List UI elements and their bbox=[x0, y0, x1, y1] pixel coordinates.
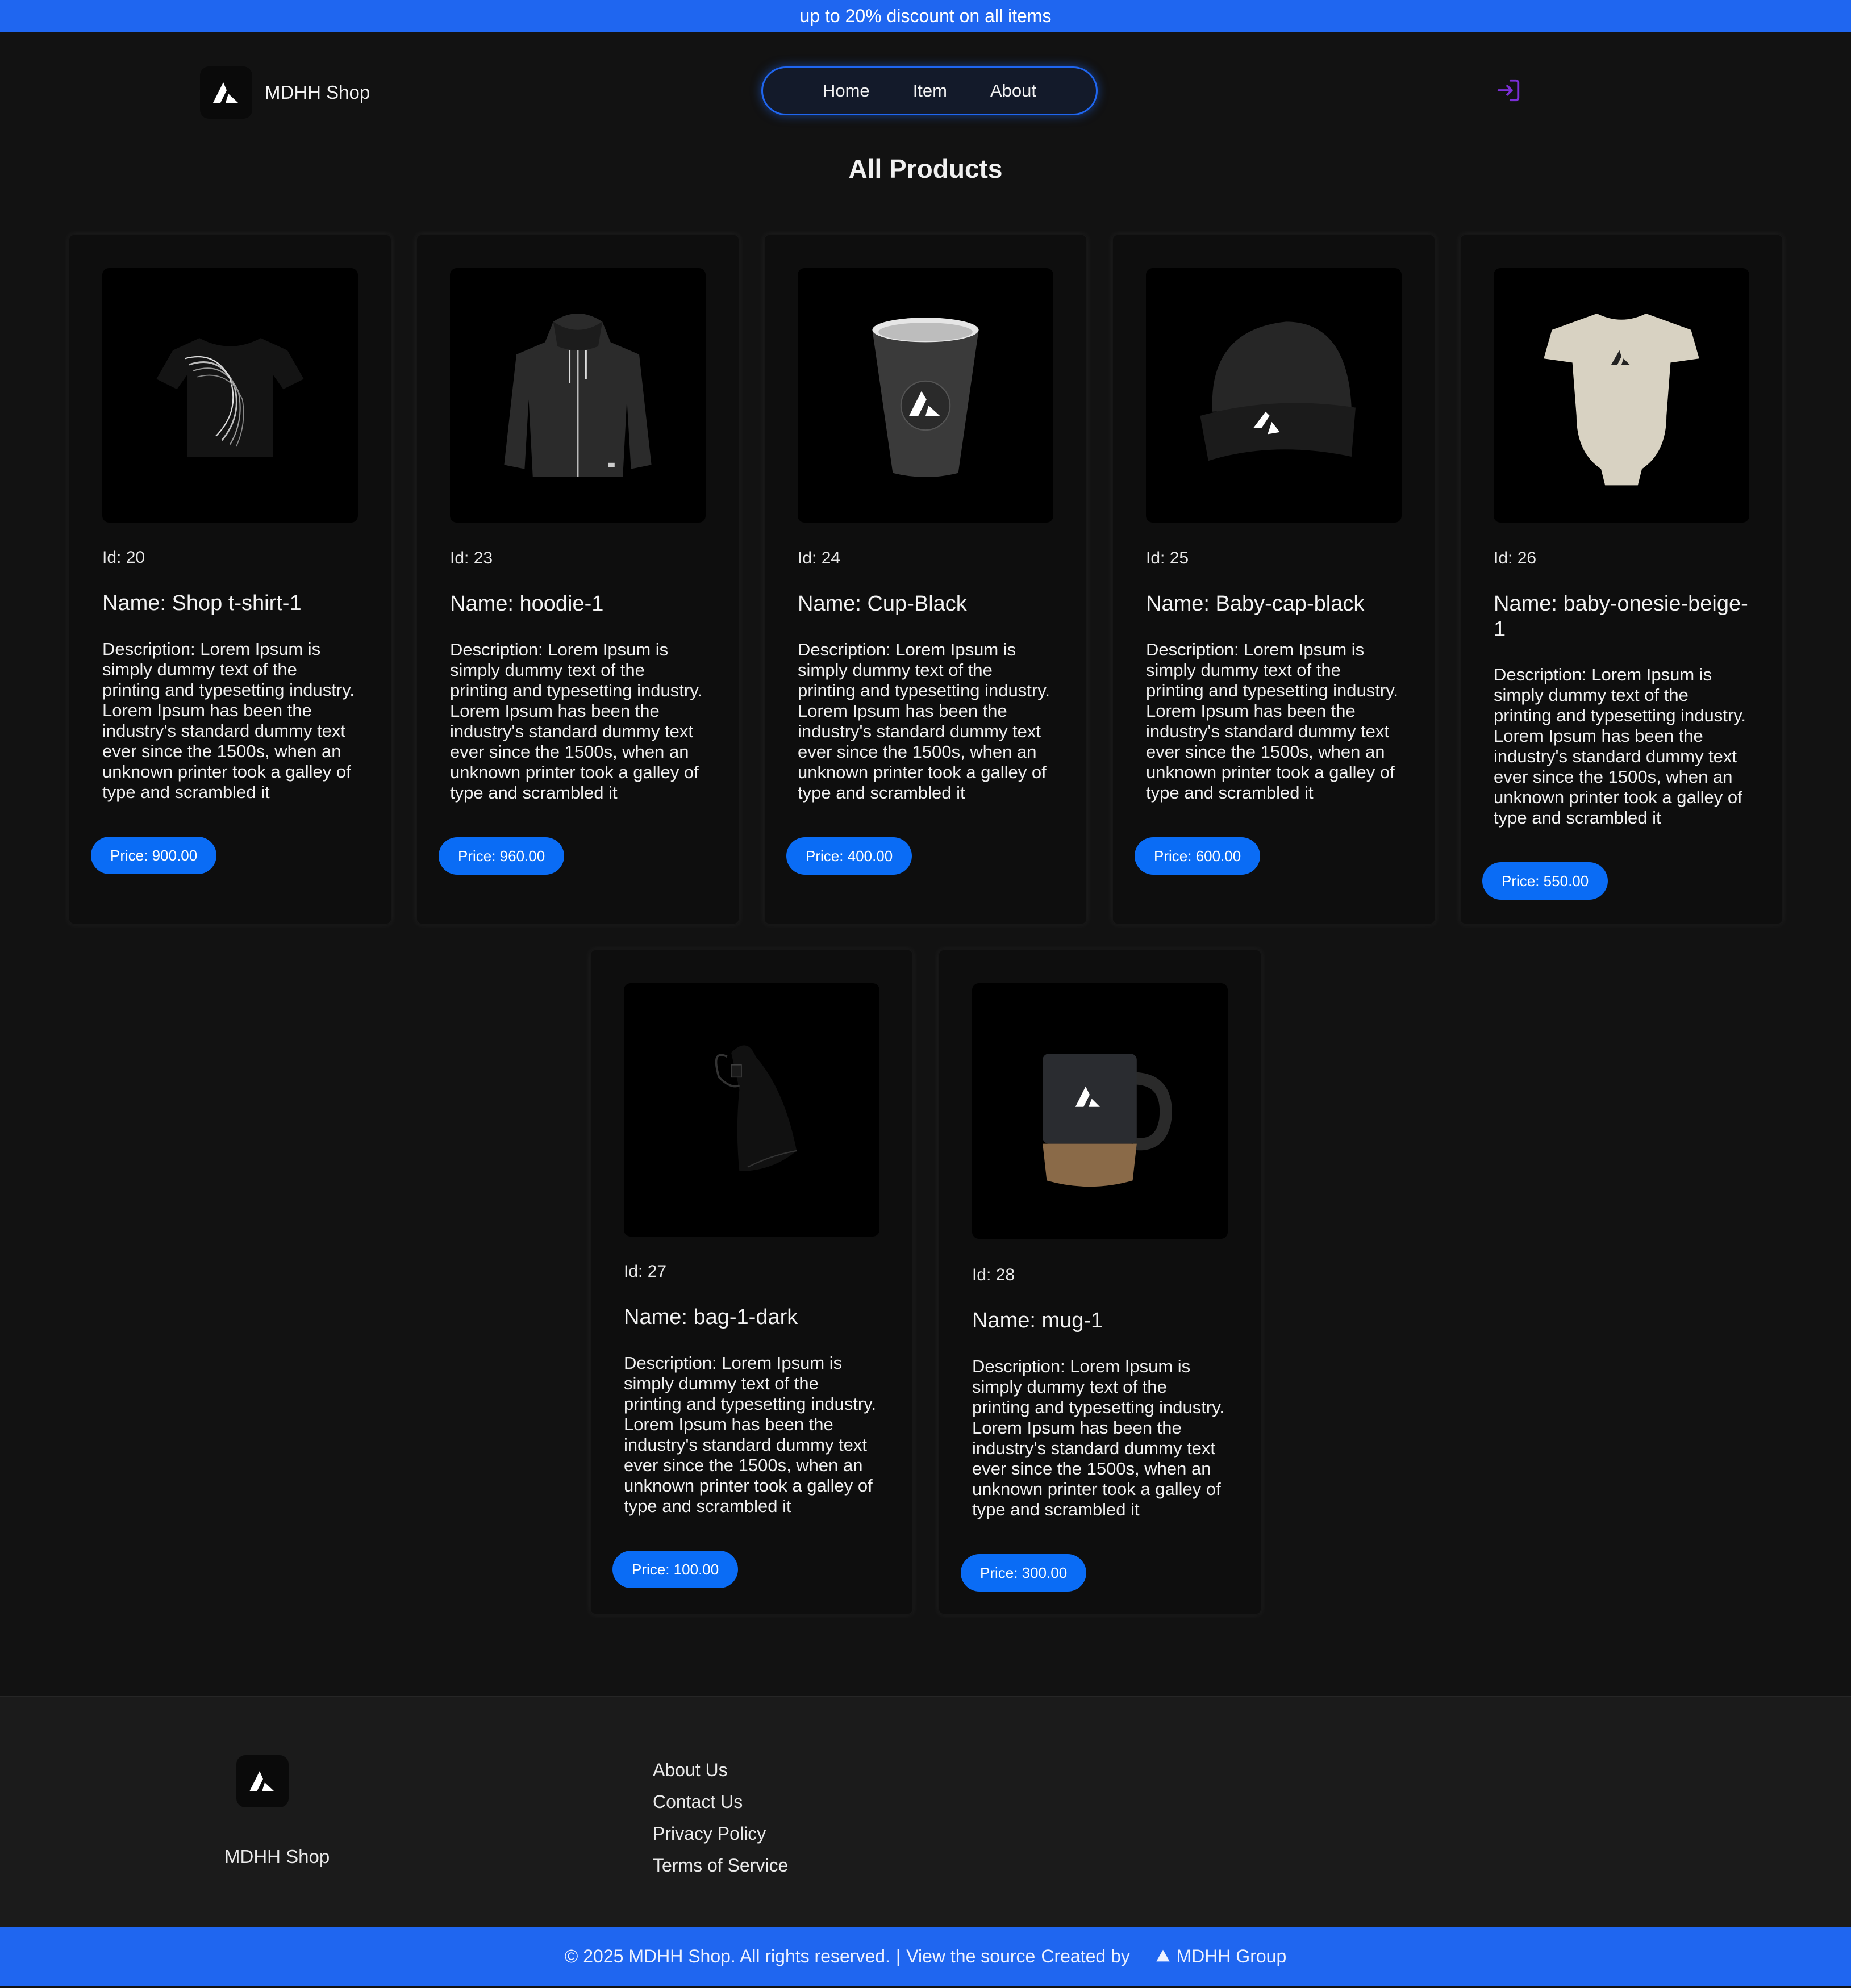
promo-banner: up to 20% discount on all items bbox=[0, 0, 1851, 32]
header-brand[interactable]: MDHH Shop bbox=[200, 66, 370, 119]
footer-links: About Us Contact Us Privacy Policy Terms… bbox=[653, 1754, 788, 1881]
created-by-text: Created by bbox=[1041, 1945, 1130, 1966]
product-id: Id: 26 bbox=[1494, 549, 1537, 567]
promo-text: up to 20% discount on all items bbox=[799, 5, 1052, 26]
bag-image bbox=[624, 983, 879, 1237]
onesie-image bbox=[1494, 268, 1749, 523]
product-id: Id: 28 bbox=[972, 1266, 1015, 1284]
mug-image bbox=[972, 983, 1228, 1239]
hoodie-image bbox=[450, 268, 706, 523]
nav-about[interactable]: About bbox=[969, 81, 1058, 101]
product-id: Id: 25 bbox=[1146, 549, 1189, 567]
product-id: Id: 27 bbox=[624, 1262, 667, 1281]
product-description: Description: Lorem Ipsum is simply dummy… bbox=[450, 640, 703, 803]
product-name: Name: Baby-cap-black bbox=[1146, 592, 1365, 616]
footer-brand-name: MDHH Shop bbox=[224, 1846, 330, 1867]
price-button[interactable]: Price: 100.00 bbox=[612, 1551, 739, 1588]
login-icon[interactable] bbox=[1495, 77, 1521, 103]
price-button[interactable]: Price: 300.00 bbox=[961, 1554, 1087, 1592]
page-title: All Products bbox=[848, 154, 1003, 183]
logo-icon bbox=[200, 66, 252, 119]
price-button[interactable]: Price: 960.00 bbox=[439, 837, 565, 875]
product-description: Description: Lorem Ipsum is simply dummy… bbox=[1494, 665, 1746, 828]
product-card[interactable]: Id: 27 Name: bag-1-dark Description: Lor… bbox=[590, 949, 914, 1615]
price-button[interactable]: Price: 550.00 bbox=[1482, 862, 1608, 900]
product-card[interactable]: Id: 26 Name: baby-onesie-beige-1 Descrip… bbox=[1460, 234, 1783, 925]
price-button[interactable]: Price: 400.00 bbox=[786, 837, 912, 875]
view-source-link[interactable]: View the source bbox=[906, 1946, 1035, 1967]
product-name: Name: hoodie-1 bbox=[450, 592, 604, 616]
copyright-text: © 2025 MDHH Shop. All rights reserved. bbox=[564, 1945, 890, 1966]
price-button[interactable]: Price: 600.00 bbox=[1135, 837, 1261, 875]
beanie-image bbox=[1146, 268, 1402, 523]
product-description: Description: Lorem Ipsum is simply dummy… bbox=[624, 1353, 877, 1516]
product-name: Name: baby-onesie-beige-1 bbox=[1494, 592, 1748, 641]
product-card[interactable]: Id: 24 Name: Cup-Black Description: Lore… bbox=[764, 234, 1087, 925]
footer-link-about[interactable]: About Us bbox=[653, 1754, 788, 1786]
brand-name: MDHH Shop bbox=[265, 82, 370, 103]
product-card[interactable]: Id: 28 Name: mug-1 Description: Lorem Ip… bbox=[938, 949, 1262, 1615]
product-id: Id: 24 bbox=[798, 549, 841, 567]
cup-image bbox=[798, 268, 1053, 523]
product-card[interactable]: Id: 25 Name: Baby-cap-black Description:… bbox=[1112, 234, 1436, 925]
bottom-bar: © 2025 MDHH Shop. All rights reserved. |… bbox=[0, 1927, 1851, 1986]
footer-link-contact[interactable]: Contact Us bbox=[653, 1786, 788, 1818]
footer-link-terms[interactable]: Terms of Service bbox=[653, 1849, 788, 1881]
separator: | bbox=[895, 1945, 901, 1966]
product-name: Name: Cup-Black bbox=[798, 592, 967, 616]
product-name: Name: Shop t-shirt-1 bbox=[102, 591, 302, 615]
nav-item[interactable]: Item bbox=[891, 81, 969, 101]
product-card[interactable]: Id: 20 Name: Shop t-shirt-1 Description:… bbox=[68, 234, 392, 925]
product-card[interactable]: Id: 23 Name: hoodie-1 Description: Lorem… bbox=[416, 234, 740, 925]
tshirt-image bbox=[102, 268, 358, 523]
group-name-link[interactable]: MDHH Group bbox=[1176, 1946, 1286, 1967]
site-footer: MDHH Shop About Us Contact Us Privacy Po… bbox=[0, 1696, 1851, 1928]
product-description: Description: Lorem Ipsum is simply dummy… bbox=[1146, 640, 1399, 803]
group-logo-icon bbox=[1136, 1925, 1171, 1988]
price-button[interactable]: Price: 900.00 bbox=[91, 837, 217, 874]
footer-link-privacy[interactable]: Privacy Policy bbox=[653, 1818, 788, 1849]
product-id: Id: 23 bbox=[450, 549, 493, 567]
product-name: Name: bag-1-dark bbox=[624, 1305, 798, 1329]
footer-logo-icon[interactable] bbox=[236, 1755, 289, 1807]
main-nav: Home Item About bbox=[761, 66, 1098, 115]
product-description: Description: Lorem Ipsum is simply dummy… bbox=[972, 1356, 1225, 1519]
product-id: Id: 20 bbox=[102, 548, 145, 567]
product-description: Description: Lorem Ipsum is simply dummy… bbox=[798, 640, 1050, 803]
product-name: Name: mug-1 bbox=[972, 1309, 1103, 1333]
nav-home[interactable]: Home bbox=[801, 81, 891, 101]
product-description: Description: Lorem Ipsum is simply dummy… bbox=[102, 639, 355, 802]
